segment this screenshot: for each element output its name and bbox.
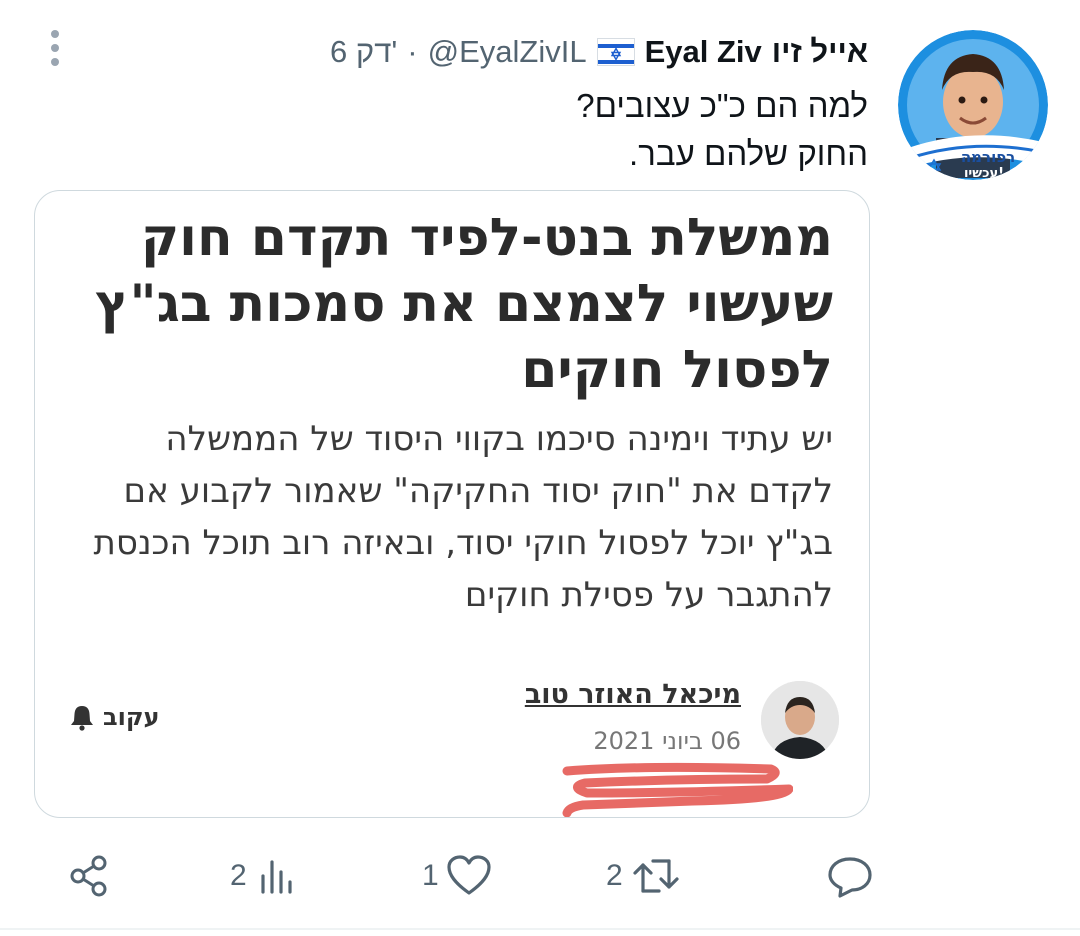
reply-icon	[828, 857, 872, 898]
author-name-hebrew[interactable]: אייל זיו	[772, 34, 868, 70]
views-button[interactable]: 2	[230, 850, 297, 902]
tweet-text-line: החוק שלהם עבר.	[629, 135, 868, 172]
red-marker-scribble	[562, 762, 793, 817]
views-icon	[261, 860, 292, 894]
author-name-english[interactable]: Eyal Ziv	[645, 34, 762, 70]
israel-flag-icon	[596, 38, 635, 66]
attached-image[interactable]: ממשלת בנט-לפיד תקדם חוק שעשוי לצמצם את ס…	[34, 190, 870, 818]
retweet-button[interactable]: 2	[606, 850, 683, 902]
article-summary: יש עתיד וימינה סיכמו בקווי היסוד של הממש…	[93, 419, 833, 615]
follow-label: עקוב	[103, 703, 160, 731]
tweet-divider	[0, 928, 1080, 930]
like-button[interactable]: 1	[422, 850, 493, 902]
article-headline: ממשלת בנט-לפיד תקדם חוק שעשוי לצמצם את ס…	[95, 208, 833, 400]
likes-count: 1	[422, 859, 439, 892]
tweet-text-line: למה הם כ"כ עצובים?	[576, 87, 868, 124]
bell-icon	[71, 706, 93, 731]
author-avatar[interactable]: רפורמה עכשיו!	[898, 30, 1048, 180]
follow-button: עקוב	[69, 703, 160, 731]
views-count: 2	[230, 859, 247, 892]
more-options-icon[interactable]	[44, 30, 66, 70]
tweet-action-bar: 2 1 2	[0, 846, 1080, 906]
writer-name: מיכאל האוזר טוב	[524, 679, 741, 710]
share-icon	[70, 855, 107, 897]
article-date: 06 ביוני 2021	[593, 727, 741, 755]
author-handle[interactable]: @EyalZivIL	[428, 34, 587, 70]
tweet-header: אייל זיו Eyal Ziv @EyalZivIL · 6 דק'	[330, 30, 868, 74]
heart-icon	[447, 855, 491, 895]
svg-text:עכשיו!: עכשיו!	[964, 166, 1004, 180]
header-separator: ·	[407, 34, 418, 69]
tweet-timestamp[interactable]: 6 דק'	[330, 34, 397, 70]
writer-avatar	[761, 681, 839, 759]
avatar-image: רפורמה עכשיו!	[898, 30, 1048, 180]
reply-button[interactable]	[820, 850, 874, 902]
retweet-icon	[633, 859, 679, 893]
tweet-text: למה הם כ"כ עצובים? החוק שלהם עבר.	[168, 82, 868, 178]
share-button[interactable]	[66, 850, 112, 902]
svg-text:רפורמה: רפורמה	[961, 148, 1015, 166]
retweets-count: 2	[606, 859, 623, 892]
